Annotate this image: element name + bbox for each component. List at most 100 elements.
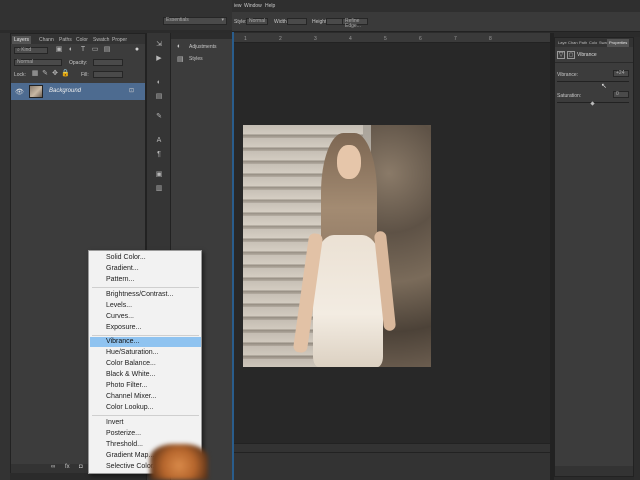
style-label: Style: [234, 19, 247, 25]
menu-item-gradient-map[interactable]: Gradient Map... [106, 451, 154, 461]
menu-item-invert[interactable]: Invert [106, 418, 124, 428]
tab-channels[interactable]: Chann [37, 36, 56, 44]
workspace-dropdown-label: Essentials [166, 17, 189, 23]
document-canvas[interactable] [234, 43, 550, 443]
menu-help[interactable]: Help [265, 3, 275, 9]
webcam-overlay [150, 444, 208, 480]
menu-item-channel-mixer[interactable]: Channel Mixer... [106, 392, 157, 402]
layer-row-background[interactable]: 👁 Background ⊡ [11, 83, 145, 100]
document-status-bar [234, 443, 550, 480]
lock-icon: ⊡ [129, 88, 135, 94]
styles-panel-icon[interactable]: ▤ [155, 93, 163, 101]
tab-properties[interactable]: Proper [110, 36, 129, 44]
menu-item-photo-filter[interactable]: Photo Filter... [106, 381, 147, 391]
options-bar-left: Essentials ▾ [0, 0, 232, 30]
refine-edge-button[interactable]: Refine Edge... [342, 18, 368, 29]
tab-layers[interactable]: Layers [12, 36, 32, 44]
menu-item-levels[interactable]: Levels... [106, 301, 132, 311]
menu-item-exposure[interactable]: Exposure... [106, 323, 141, 333]
link-layers-icon[interactable]: ∞ [51, 464, 55, 470]
history-icon[interactable]: ⇲ [155, 41, 163, 49]
opacity-label: Opacity: [69, 60, 88, 66]
menu-item-hue-saturation[interactable]: Hue/Saturation... [106, 348, 159, 358]
filter-toggle-icon[interactable]: ● [133, 46, 141, 54]
width-field[interactable] [287, 18, 307, 25]
workspace-dropdown[interactable]: Essentials ▾ [163, 17, 227, 25]
vibrance-value-field[interactable]: +24 [613, 70, 629, 77]
lock-transparent-icon[interactable]: ▦ [31, 70, 39, 78]
adjustment-layer-menu: Solid Color... Gradient... Pattern... Br… [88, 250, 202, 474]
layers-panel-tabs: Layers Chann Paths Color Swatch Proper [11, 34, 145, 44]
menu-view[interactable]: iew [234, 3, 242, 9]
menu-item-black-white[interactable]: Black & White... [106, 370, 155, 380]
saturation-value-field[interactable]: 0 [613, 91, 629, 98]
filter-type-icon[interactable]: T [79, 46, 87, 54]
properties-footer [555, 466, 633, 476]
character-icon[interactable]: A [155, 137, 163, 145]
filter-pixel-icon[interactable]: ▣ [55, 46, 63, 54]
tab-color[interactable]: Color [74, 36, 90, 44]
saturation-label: Saturation: [557, 93, 582, 99]
style-select[interactable]: Normal [246, 18, 268, 25]
menu-item-pattern[interactable]: Pattern... [106, 275, 134, 285]
actions-play-icon[interactable]: ▶ [155, 55, 163, 63]
chevron-down-icon: ▾ [221, 17, 224, 23]
lock-label: Lock: [14, 72, 26, 78]
fx-icon[interactable]: fx [65, 464, 70, 470]
menu-item-gradient[interactable]: Gradient... [106, 264, 139, 274]
divider [555, 62, 633, 63]
brush-icon[interactable]: ✎ [155, 113, 163, 121]
mask-icon[interactable]: ◘ [79, 464, 83, 470]
blend-mode-select[interactable]: Normal [14, 59, 62, 66]
vibrance-adjustment-icon: ▽ [557, 51, 565, 59]
menu-item-color-balance[interactable]: Color Balance... [106, 359, 156, 369]
info-icon[interactable]: ▥ [155, 185, 163, 193]
layer-thumbnail [29, 85, 43, 98]
ruler-tick: 8 [489, 36, 492, 42]
adjustments-panel-icon[interactable]: ◐ [155, 79, 163, 87]
lock-all-icon[interactable]: 🔒 [61, 70, 70, 78]
layer-mask-icon[interactable]: ▢ [567, 51, 575, 59]
search-icon: ⌕ [17, 47, 20, 53]
filter-shape-icon[interactable]: ▭ [91, 46, 99, 54]
ruler-tick: 3 [314, 36, 317, 42]
layer-comps-icon[interactable]: ▣ [155, 171, 163, 179]
layer-filter-kind[interactable]: ⌕ Kind [14, 47, 48, 54]
vibrance-slider[interactable] [557, 81, 629, 82]
menu-item-color-lookup[interactable]: Color Lookup... [106, 403, 153, 413]
filter-smart-object-icon[interactable]: ▤ [103, 46, 111, 54]
tab-paths[interactable]: Paths [57, 36, 74, 44]
menu-item-posterize[interactable]: Posterize... [106, 429, 141, 439]
eye-icon[interactable]: 👁 [15, 88, 24, 96]
style-select-value: Normal [249, 18, 266, 24]
tab-properties-2[interactable]: Properties [607, 39, 630, 47]
menu-item-brightness-contrast[interactable]: Brightness/Contrast... [106, 290, 173, 300]
saturation-slider-thumb[interactable] [590, 101, 595, 106]
menu-separator [92, 415, 199, 416]
menu-item-solid-color[interactable]: Solid Color... [106, 253, 146, 263]
menu-item-vibrance[interactable]: Vibrance... [90, 337, 201, 347]
tab-swatches[interactable]: Swatch [91, 36, 111, 44]
styles-item[interactable]: ▤ Styles [171, 53, 233, 65]
subject-dress [313, 235, 383, 367]
refine-edge-label: Refine Edge... [345, 18, 361, 29]
properties-panel-tabs: Laye Chan Path Colo Swat Properties [555, 38, 633, 47]
subject-face [337, 145, 361, 179]
filter-adjustment-icon[interactable]: ◐ [67, 46, 75, 54]
menu-item-threshold[interactable]: Threshold... [106, 440, 143, 450]
opacity-field[interactable] [93, 59, 123, 66]
styles-icon: ▤ [177, 56, 184, 63]
options-bar: Style: Normal Width: Height: Refine Edge… [232, 12, 640, 32]
vibrance-value: +24 [616, 70, 625, 76]
lock-position-icon[interactable]: ✥ [51, 70, 59, 78]
photo-image [243, 125, 431, 367]
fill-field[interactable] [93, 71, 123, 78]
adjustments-item[interactable]: ◐ Adjustments [171, 41, 233, 53]
paragraph-icon[interactable]: ¶ [155, 151, 163, 159]
menu-window[interactable]: Window [244, 3, 262, 9]
menu-item-curves[interactable]: Curves... [106, 312, 134, 322]
layer-name[interactable]: Background [49, 88, 81, 94]
ruler-tick: 2 [279, 36, 282, 42]
blend-mode-value: Normal [17, 59, 34, 65]
lock-image-icon[interactable]: ✎ [41, 70, 49, 78]
